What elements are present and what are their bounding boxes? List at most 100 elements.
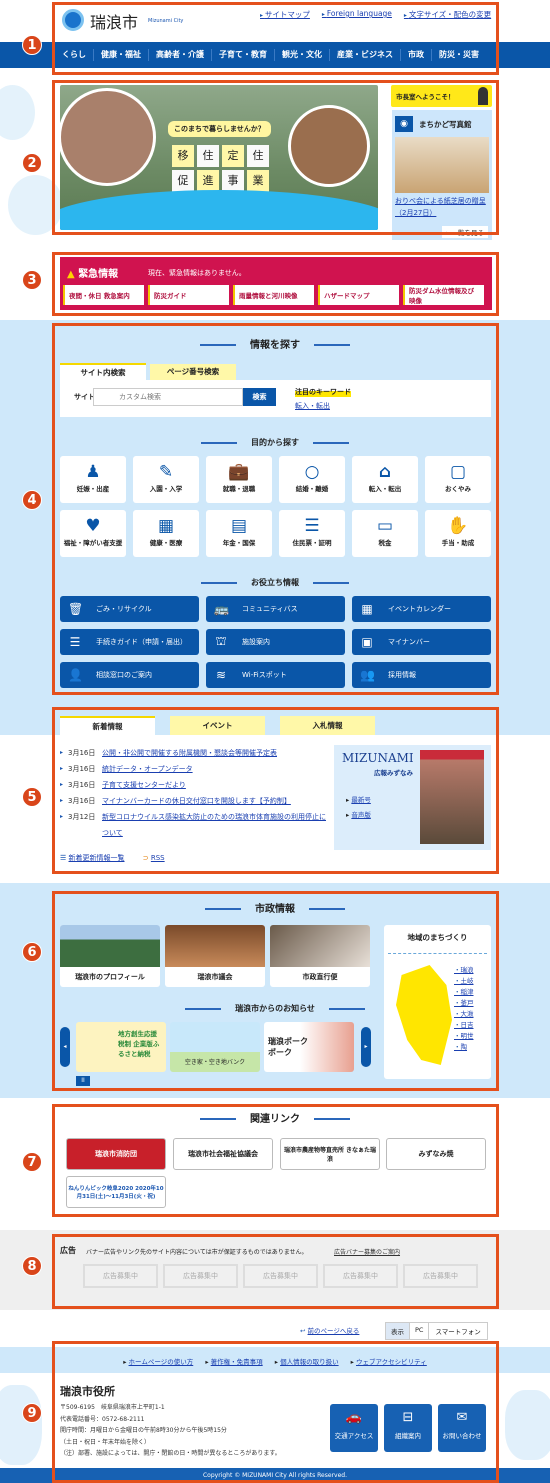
purpose-item[interactable]: ✋ 手当・助成 (425, 510, 491, 557)
nav-item-health[interactable]: 健康・福祉 (94, 49, 149, 61)
link-social-welfare[interactable]: 瑞浪市社会福祉協議会 (173, 1138, 273, 1170)
footer-link-privacy[interactable]: 個人情報の取り扱い (280, 1358, 339, 1366)
link-fire-brigade[interactable]: 瑞浪市消防団 (66, 1138, 166, 1170)
useful-item[interactable]: 🗑 ごみ・リサイクル (60, 596, 199, 622)
magazine-logo[interactable]: MIZUNAMI (342, 751, 414, 765)
rss-link[interactable]: RSS (151, 854, 165, 862)
magazine-latest-link[interactable]: 最新号 (351, 796, 371, 804)
nav-item-city-admin[interactable]: 市政 (401, 49, 432, 61)
footer-link-accessibility[interactable]: ウェブアクセシビリティ (356, 1358, 427, 1366)
ad-guide-link[interactable]: 広告バナー募集のご案内 (334, 1247, 400, 1256)
purpose-item[interactable]: ✎ 入園・入学 (133, 456, 199, 503)
emergency-disaster-guide-button[interactable]: 防災ガイド (148, 285, 229, 305)
mayor-office-banner[interactable]: 市長室へようこそ！ (391, 85, 492, 107)
link-mizunami-ware[interactable]: みずなみ焼 (386, 1138, 486, 1170)
foreign-language-link[interactable]: Foreign language (322, 9, 392, 20)
purpose-item[interactable]: ▦ 健康・医療 (133, 510, 199, 557)
magazine-cover-image[interactable] (420, 750, 484, 844)
useful-item[interactable]: 👥 採用情報 (352, 662, 491, 688)
photo-gallery-caption-link[interactable]: おりべ会による紙芝居の贈呈（2月27日） (395, 197, 486, 217)
city-logo-icon[interactable] (62, 9, 84, 31)
pc-view-button[interactable]: PC (409, 1323, 428, 1339)
nav-item-elderly[interactable]: 高齢者・介護 (149, 49, 212, 61)
magazine-audio-link[interactable]: 音声版 (351, 811, 371, 819)
link-kinaata[interactable]: 瑞浪市農産物等直売所 きなぁた瑞浪 (280, 1138, 380, 1170)
region-link[interactable]: 稲津 (454, 988, 474, 996)
news-title-link[interactable]: 公開・非公開で開催する附属機関・懇談会等開催予定表 (102, 745, 330, 761)
ad-slot[interactable]: 広告募集中 (323, 1264, 398, 1288)
nav-item-childcare[interactable]: 子育て・教育 (212, 49, 275, 61)
footer-link-how-to-use[interactable]: ホームページの使い方 (129, 1358, 194, 1366)
region-link[interactable]: 陶 (454, 1043, 467, 1051)
search-button[interactable]: 検索 (243, 388, 276, 406)
ad-slot[interactable]: 広告募集中 (243, 1264, 318, 1288)
news-title-link[interactable]: 統計データ・オープンデータ (102, 761, 330, 777)
link-nenrin-pic[interactable]: ねんりんピック岐阜2020 2020年10月31日(土)〜11月3日(火・祝) (66, 1176, 166, 1208)
tab-page-number-search[interactable]: ページ番号検索 (150, 364, 236, 380)
purpose-item[interactable]: ⌂ 転入・転出 (352, 456, 418, 503)
card-direct-mail[interactable]: 市政直行便 (270, 925, 370, 987)
purpose-item[interactable]: ♟ 妊娠・出産 (60, 456, 126, 503)
ad-slot[interactable]: 広告募集中 (163, 1264, 238, 1288)
nav-item-tourism[interactable]: 観光・文化 (275, 49, 330, 61)
tab-bids[interactable]: 入札情報 (280, 716, 375, 735)
emergency-night-holiday-button[interactable]: 夜間・休日 救急案内 (63, 285, 144, 305)
ad-slot[interactable]: 広告募集中 (403, 1264, 478, 1288)
news-title-link[interactable]: 新型コロナウイルス感染拡大防止のための瑞浪市体育施設の利用停止について (102, 809, 330, 841)
purpose-item[interactable]: ▤ 年金・国保 (206, 510, 272, 557)
useful-item[interactable]: ▦ イベントカレンダー (352, 596, 491, 622)
purpose-item[interactable]: ♥ 福祉・障がい者支援 (60, 510, 126, 557)
sitemap-link[interactable]: サイトマップ (260, 9, 310, 20)
tab-events[interactable]: イベント (170, 716, 265, 735)
card-profile[interactable]: 瑞浪市のプロフィール (60, 925, 160, 987)
tab-site-search[interactable]: サイト内検索 (60, 363, 146, 381)
news-list-link[interactable]: 新着更新情報一覧 (69, 854, 125, 862)
purpose-item[interactable]: 💼 就職・退職 (206, 456, 272, 503)
banner-vacant-house-bank[interactable]: 空き家・空き地バンク (170, 1022, 260, 1072)
purpose-item[interactable]: ○ 結婚・離婚 (279, 456, 345, 503)
carousel-pause-button[interactable]: II (76, 1076, 90, 1086)
site-name[interactable]: 瑞浪市 (90, 9, 138, 33)
news-title-link[interactable]: マイナンバーカードの休日交付窓口を開設します【予約制】 (102, 793, 330, 809)
card-council[interactable]: 瑞浪市議会 (165, 925, 265, 987)
ad-slot[interactable]: 広告募集中 (83, 1264, 158, 1288)
back-link[interactable]: 前のページへ戻る (308, 1327, 360, 1335)
photo-gallery-image[interactable] (395, 137, 489, 193)
emergency-rainfall-button[interactable]: 雨量情報と河川映像 (233, 285, 314, 305)
carousel-next-button[interactable]: ▸ (361, 1027, 371, 1067)
photo-gallery-more-button[interactable]: ▸ 一覧を見る (442, 226, 488, 238)
nav-item-kurashi[interactable]: くらし (55, 49, 94, 61)
region-link[interactable]: 瑞浪 (454, 966, 474, 974)
useful-item[interactable]: ⛫ 施設案内 (206, 629, 345, 655)
banner-pork[interactable]: 瑞浪ポークポーク (264, 1022, 354, 1072)
region-link[interactable]: 日吉 (454, 1021, 474, 1029)
useful-item[interactable]: ≋ Wi-Fiスポット (206, 662, 345, 688)
contact-button[interactable]: ✉ お問い合わせ (438, 1404, 486, 1452)
carousel-prev-button[interactable]: ◂ (60, 1027, 70, 1067)
nav-item-disaster[interactable]: 防災・災害 (432, 49, 486, 61)
search-input[interactable] (93, 388, 243, 406)
news-title-link[interactable]: 子育て支援センターだより (102, 777, 330, 793)
region-link[interactable]: 土岐 (454, 977, 474, 985)
emergency-dam-level-button[interactable]: 防災ダム水位情報及び映像 (403, 285, 484, 305)
organization-button[interactable]: ⊟ 組織案内 (384, 1404, 432, 1452)
useful-item[interactable]: ▣ マイナンバー (352, 629, 491, 655)
emergency-hazard-map-button[interactable]: ハザードマップ (318, 285, 399, 305)
keyword-link[interactable]: 転入・転出 (295, 401, 330, 411)
useful-item[interactable]: 🚌 コミュニティバス (206, 596, 345, 622)
nav-item-business[interactable]: 産業・ビジネス (330, 49, 401, 61)
text-size-color-link[interactable]: 文字サイズ・配色の変更 (404, 9, 491, 20)
tab-news[interactable]: 新着情報 (60, 716, 155, 735)
useful-item[interactable]: 👤 相談窓口のご案内 (60, 662, 199, 688)
access-button[interactable]: 🚗 交通アクセス (330, 1404, 378, 1452)
footer-link-copyright[interactable]: 著作権・免責事項 (211, 1358, 263, 1366)
region-link[interactable]: 明世 (454, 1032, 474, 1040)
useful-item[interactable]: ☰ 手続きガイド（申請・届出） (60, 629, 199, 655)
banner-furusato-tax[interactable]: 地方創生応援税制 企業版ふるさと納税 (76, 1022, 166, 1072)
purpose-item[interactable]: ☰ 住民票・証明 (279, 510, 345, 557)
purpose-item[interactable]: ▢ おくやみ (425, 456, 491, 503)
hero-banner[interactable]: このまちで暮らしませんか？ 移 住 定 住 促 進 事 業 (60, 85, 378, 230)
smartphone-view-button[interactable]: スマートフォン (428, 1323, 486, 1339)
purpose-item[interactable]: ▭ 税金 (352, 510, 418, 557)
map-shape[interactable] (396, 965, 452, 1065)
